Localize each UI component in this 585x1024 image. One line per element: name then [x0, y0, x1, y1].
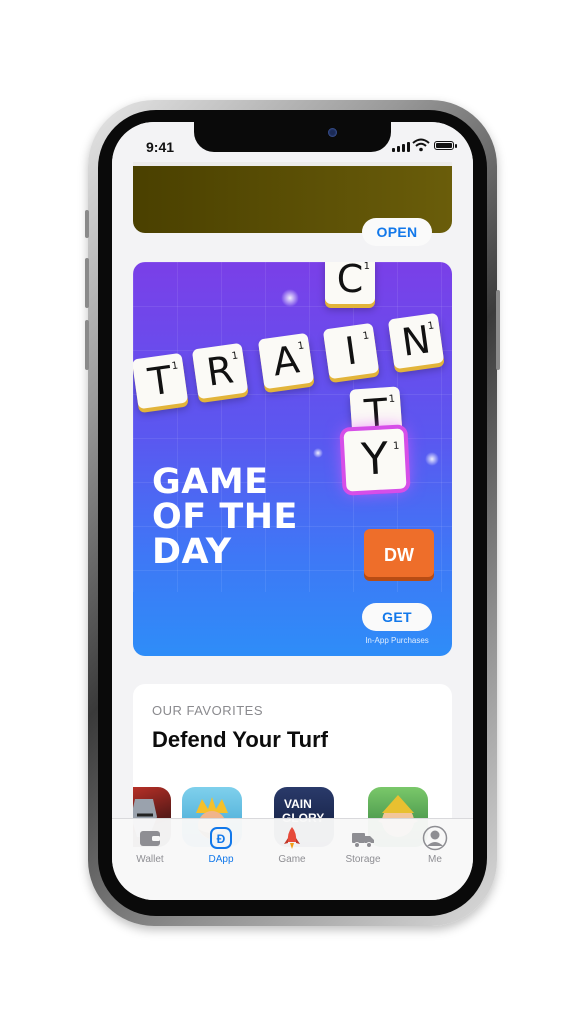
rocket-icon [279, 825, 305, 851]
highlighted-letter-tile: Y 1 [343, 428, 407, 492]
banner-line: DAY [152, 532, 232, 572]
volume-up-button [85, 258, 89, 308]
tile-letter: C [336, 262, 364, 301]
tab-me[interactable]: Me [405, 825, 465, 865]
tab-dapp[interactable]: Đ DApp [191, 825, 251, 865]
double-word-tile: DW [364, 529, 434, 577]
tile-letter: Y [360, 433, 390, 486]
wifi-icon [412, 138, 430, 152]
tile-score: 1 [363, 262, 370, 272]
sparkle [281, 289, 299, 307]
front-camera [328, 128, 337, 137]
tile-letter: I [342, 328, 360, 374]
tab-bar: Wallet Đ DApp Game Storage Me [112, 818, 473, 900]
volume-down-button [85, 320, 89, 370]
wallet-icon [137, 825, 163, 851]
tab-game[interactable]: Game [262, 825, 322, 865]
sparkle [425, 452, 439, 466]
power-button [496, 290, 500, 370]
truck-icon [350, 825, 376, 851]
in-app-purchases-note: In-App Purchases [365, 636, 429, 645]
letter-tile: C 1 [325, 262, 375, 304]
letter-tile: N 1 [387, 312, 445, 370]
icon-text: VAIN [284, 797, 312, 811]
open-button[interactable]: OPEN [362, 218, 432, 246]
game-of-the-day-card[interactable]: C 1 T 1 Y 1 T 1 R 1 A 1 I 1 N 1 GAME OF … [133, 262, 452, 656]
svg-text:Đ: Đ [217, 832, 226, 846]
tab-label: Storage [345, 854, 381, 865]
favorites-title: Defend Your Turf [152, 727, 328, 752]
letter-tile: I 1 [322, 322, 380, 380]
letter-tile: R 1 [191, 342, 249, 400]
letter-tile: T 1 [133, 352, 189, 410]
banner-line: GAME [152, 462, 269, 502]
top-app-card[interactable]: OPEN [133, 162, 452, 246]
cellular-signal-icon [392, 142, 410, 152]
notch [194, 122, 391, 152]
tab-storage[interactable]: Storage [333, 825, 393, 865]
screen: OPEN C 1 T 1 Y 1 T 1 R 1 A 1 I 1 N 1 GAM… [112, 122, 473, 900]
favorites-eyebrow: OUR FAVORITES [152, 703, 263, 718]
get-button[interactable]: GET [362, 603, 432, 631]
tab-label: DApp [208, 854, 234, 865]
tab-label: Wallet [136, 854, 164, 865]
tile-letter: T [145, 357, 175, 405]
tab-wallet[interactable]: Wallet [120, 825, 180, 865]
tab-label: Game [278, 854, 306, 865]
tab-label: Me [428, 854, 442, 865]
letter-tile: A 1 [257, 332, 315, 390]
banner-line: OF THE [152, 497, 298, 537]
battery-icon [434, 141, 457, 150]
banner-title: GAME OF THE DAY [152, 465, 298, 570]
status-time: 9:41 [146, 139, 175, 155]
mute-switch [85, 210, 89, 238]
sparkle [313, 448, 323, 458]
profile-icon [422, 825, 448, 851]
dapp-icon: Đ [208, 825, 234, 851]
